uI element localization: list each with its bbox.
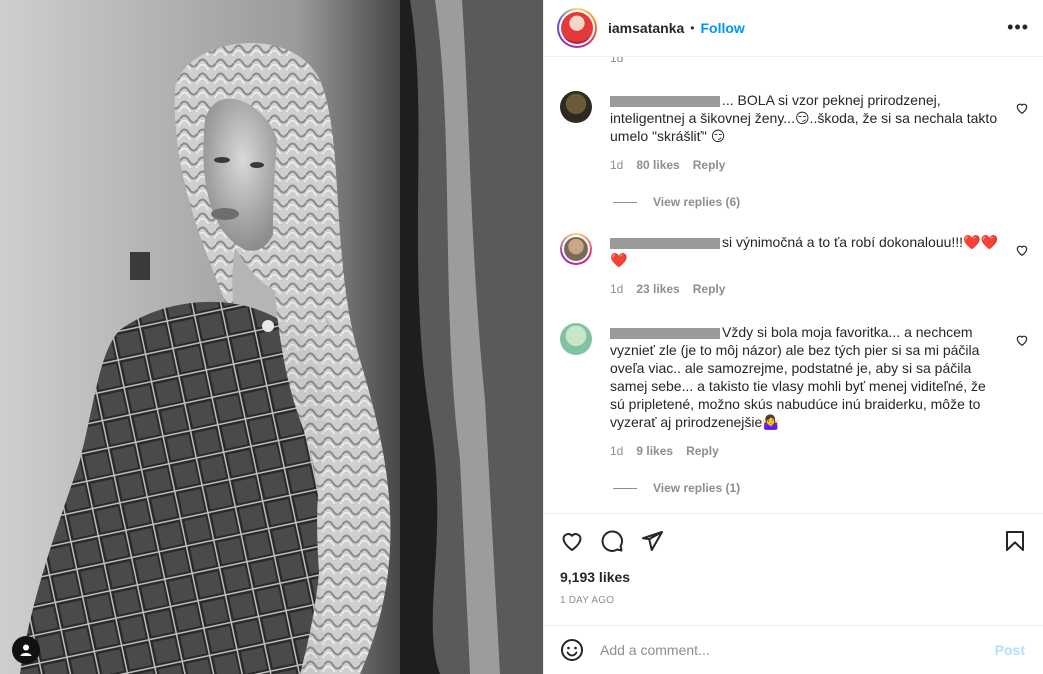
comment-heart-icon[interactable] xyxy=(1015,101,1029,115)
post-photo[interactable] xyxy=(0,0,543,674)
share-icon[interactable] xyxy=(640,529,664,553)
comment-time: 1d xyxy=(610,444,624,458)
comment-heart-icon[interactable] xyxy=(1015,333,1029,347)
reply-button[interactable]: Reply xyxy=(693,158,726,172)
comment-item: Vždy si bola moja favoritka... a nechcem… xyxy=(560,323,1031,458)
comment-likes[interactable]: 23 likes xyxy=(636,282,679,296)
commenter-avatar[interactable] xyxy=(560,91,592,123)
commenter-avatar[interactable] xyxy=(560,233,592,265)
author-username[interactable]: iamsatanka xyxy=(608,20,684,36)
commenter-avatar[interactable] xyxy=(560,323,592,355)
comment-item: ... BOLA si vzor peknej prirodzenej, int… xyxy=(560,91,1031,172)
view-replies-button[interactable]: View replies (6) xyxy=(613,195,740,209)
redacted-username xyxy=(610,327,720,339)
comment-text-block: ... BOLA si vzor peknej prirodzenej, int… xyxy=(610,91,1001,145)
post-header: iamsatanka • Follow ••• xyxy=(544,0,1043,57)
author-avatar[interactable] xyxy=(557,8,597,48)
view-replies-button[interactable]: View replies (1) xyxy=(613,481,740,495)
emoji-icon[interactable] xyxy=(560,638,584,662)
comment-icon[interactable] xyxy=(600,529,624,553)
comment-item: si výnimočná a to ťa robí dokonalouu!!!❤… xyxy=(560,233,1031,296)
reply-button[interactable]: Reply xyxy=(686,444,719,458)
follow-button[interactable]: Follow xyxy=(700,20,744,36)
comment-time: 1d xyxy=(610,57,624,65)
comment-input[interactable] xyxy=(600,642,995,658)
bookmark-icon[interactable] xyxy=(1003,529,1027,553)
comments-list[interactable]: 1d ... BOLA si vzor peknej prirodzenej, … xyxy=(544,57,1043,514)
view-replies-label: View replies (6) xyxy=(653,195,741,209)
post-comment-button[interactable]: Post xyxy=(995,642,1025,658)
comment-time: 1d xyxy=(610,282,624,296)
comment-text-block: si výnimočná a to ťa robí dokonalouu!!!❤… xyxy=(610,233,1001,269)
view-replies-label: View replies (1) xyxy=(653,481,741,495)
comment-time: 1d xyxy=(610,158,624,172)
redacted-username xyxy=(610,237,720,249)
user-tag-button[interactable] xyxy=(12,636,40,664)
comment-meta: 1d 80 likes Reply xyxy=(610,158,1031,172)
reply-button[interactable]: Reply xyxy=(693,282,726,296)
photo-illustration xyxy=(0,0,543,674)
comment-text-block: Vždy si bola moja favoritka... a nechcem… xyxy=(610,323,1001,431)
user-tag-icon xyxy=(20,644,32,656)
comment-meta: 1d 23 likes Reply xyxy=(610,282,1031,296)
more-options-icon[interactable]: ••• xyxy=(1007,18,1029,36)
post-likes-count[interactable]: 9,193 likes xyxy=(560,569,630,585)
comment-heart-icon[interactable] xyxy=(1015,243,1029,257)
post-date[interactable]: 1 DAY AGO xyxy=(560,595,614,606)
heart-icon[interactable] xyxy=(560,529,584,553)
comment-meta: 1d 9 likes Reply xyxy=(610,444,1031,458)
comment-likes[interactable]: 9 likes xyxy=(636,444,673,458)
redacted-username xyxy=(610,95,720,107)
action-bar xyxy=(544,515,1043,565)
comment-composer: Post xyxy=(544,625,1043,674)
post-sidebar: iamsatanka • Follow ••• 1d ... BOLA si v… xyxy=(543,0,1043,674)
separator-dot: • xyxy=(690,21,695,35)
comment-text: Vždy si bola moja favoritka... a nechcem… xyxy=(610,324,986,430)
comment-likes[interactable]: 80 likes xyxy=(636,158,679,172)
